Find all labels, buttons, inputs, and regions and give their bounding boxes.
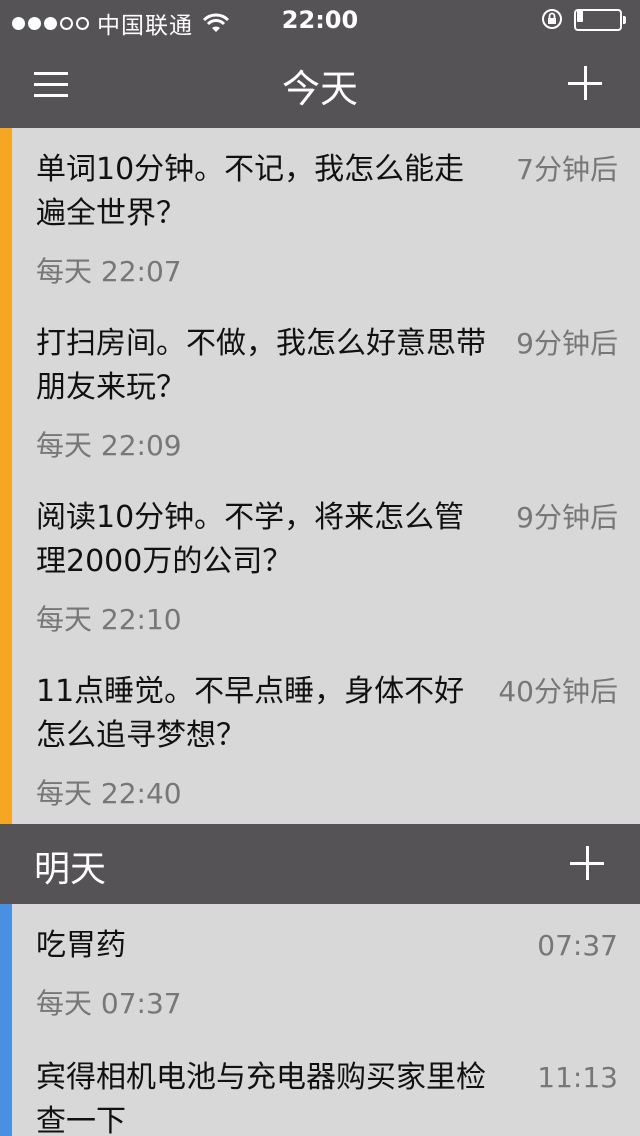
status-right xyxy=(540,7,626,31)
reminder-title: 宾得相机电池与充电器购买家里检查一下 xyxy=(36,1060,486,1136)
reminder-item[interactable]: 吃胃药 每天 07:37 07:37 xyxy=(36,924,618,1022)
add-today-button[interactable] xyxy=(564,62,608,106)
nav-bar: 今天 xyxy=(0,40,640,128)
today-section: 单词10分钟。不记，我怎么能走遍全世界？ 每天 22:07 7分钟后 打扫房间。… xyxy=(0,128,640,824)
reminder-schedule: 每天 07:37 xyxy=(36,987,182,1020)
reminder-schedule: 每天 22:10 xyxy=(36,603,182,636)
reminder-countdown: 7分钟后 xyxy=(516,153,618,186)
add-tomorrow-button[interactable] xyxy=(566,842,610,886)
reminder-item[interactable]: 阅读10分钟。不学，将来怎么管理2000万的公司？ 每天 22:10 9分钟后 xyxy=(36,496,618,638)
tomorrow-section: 吃胃药 每天 07:37 07:37 宾得相机电池与充电器购买家里检查一下 11… xyxy=(0,904,640,1136)
reminder-schedule: 每天 22:40 xyxy=(36,777,182,810)
reminder-countdown: 9分钟后 xyxy=(516,327,618,360)
reminder-item[interactable]: 11点睡觉。不早点睡，身体不好怎么追寻梦想？ 每天 22:40 40分钟后 xyxy=(36,670,618,812)
reminder-schedule: 每天 22:09 xyxy=(36,429,182,462)
reminder-title: 单词10分钟。不记，我怎么能走遍全世界？ xyxy=(36,152,465,231)
battery-icon xyxy=(574,7,626,31)
reminder-time: 07:37 xyxy=(537,929,618,962)
reminder-title: 打扫房间。不做，我怎么好意思带朋友来玩？ xyxy=(36,326,486,405)
reminder-item[interactable]: 打扫房间。不做，我怎么好意思带朋友来玩？ 每天 22:09 9分钟后 xyxy=(36,322,618,464)
tomorrow-title: 明天 xyxy=(34,849,107,890)
reminder-schedule: 每天 22:07 xyxy=(36,255,182,288)
status-bar: 中国联通 22:00 xyxy=(0,0,640,40)
reminder-countdown: 9分钟后 xyxy=(516,501,618,534)
reminder-title: 11点睡觉。不早点睡，身体不好怎么追寻梦想？ xyxy=(36,674,465,753)
reminder-title: 吃胃药 xyxy=(36,928,126,963)
reminder-countdown: 40分钟后 xyxy=(498,675,618,708)
reminder-item[interactable]: 宾得相机电池与充电器购买家里检查一下 11:13 xyxy=(36,1056,618,1136)
reminder-title: 阅读10分钟。不学，将来怎么管理2000万的公司？ xyxy=(36,500,465,579)
rotation-lock-icon xyxy=(542,9,562,29)
tomorrow-header: 明天 xyxy=(0,824,640,904)
today-accent-bar xyxy=(0,128,12,824)
tomorrow-accent-bar xyxy=(0,904,12,1136)
reminder-time: 11:13 xyxy=(537,1061,618,1094)
page-title: 今天 xyxy=(281,67,358,111)
reminder-item[interactable]: 单词10分钟。不记，我怎么能走遍全世界？ 每天 22:07 7分钟后 xyxy=(36,148,618,290)
